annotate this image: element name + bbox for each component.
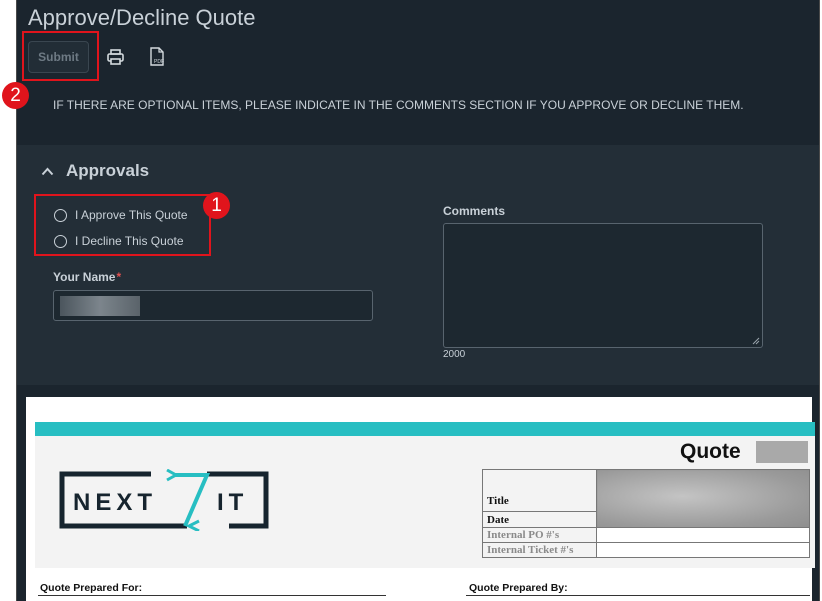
approvals-section: Approvals I Approve This Quote I Decline… — [17, 145, 819, 385]
internal-po-value — [596, 527, 810, 543]
optional-items-notice: IF THERE ARE OPTIONAL ITEMS, PLEASE INDI… — [53, 98, 744, 112]
logo-text-right: IT — [217, 489, 248, 516]
quote-document: Quote NEXT IT Title Date Internal PO #'s… — [26, 397, 815, 601]
nextit-logo: NEXT IT — [59, 469, 269, 531]
prepared-for-divider — [38, 595, 386, 596]
internal-ticket-label: Internal Ticket #'s — [482, 542, 597, 558]
pdf-icon-text: PDF — [154, 59, 164, 65]
printer-icon[interactable] — [104, 46, 126, 68]
title-label: Title — [482, 469, 597, 512]
internal-po-label: Internal PO #'s — [482, 527, 597, 543]
required-marker: * — [116, 270, 122, 284]
annotation-badge-1: 1 — [203, 192, 230, 219]
annotation-box-options — [34, 194, 211, 256]
quote-accent-bar — [35, 422, 815, 436]
resize-grip-icon[interactable] — [752, 337, 760, 345]
comments-char-limit: 2000 — [443, 349, 466, 360]
redacted-quote-number — [756, 441, 808, 463]
quote-title: Quote — [680, 440, 741, 463]
approvals-section-title: Approvals — [66, 161, 150, 180]
prepared-by-divider — [466, 595, 810, 596]
annotation-badge-2: 2 — [2, 82, 29, 109]
prepared-for-label: Quote Prepared For: — [40, 582, 143, 594]
approval-portal: Approve/Decline Quote Submit PDF IF THER… — [16, 0, 820, 601]
date-label: Date — [482, 511, 597, 528]
comments-textarea[interactable] — [443, 223, 763, 348]
approvals-section-header[interactable]: Approvals — [41, 161, 149, 181]
annotation-box-submit — [22, 31, 99, 81]
your-name-label: Your Name* — [53, 270, 122, 284]
your-name-input[interactable] — [53, 290, 373, 321]
prepared-by-label: Quote Prepared By: — [469, 582, 568, 594]
page-title: Approve/Decline Quote — [28, 5, 256, 30]
redacted-title-date — [596, 469, 810, 528]
internal-ticket-value — [596, 542, 810, 558]
page-header: Approve/Decline Quote Submit PDF IF THER… — [17, 0, 819, 145]
redacted-name-value — [60, 296, 140, 316]
comments-label: Comments — [443, 204, 506, 218]
quote-header-area: Quote NEXT IT Title Date Internal PO #'s… — [35, 436, 815, 568]
pdf-icon[interactable]: PDF — [146, 46, 168, 68]
quote-info-table: Title Date Internal PO #'s Internal Tick… — [482, 469, 810, 558]
logo-text-left: NEXT — [73, 489, 157, 516]
chevron-up-icon[interactable] — [41, 167, 54, 176]
